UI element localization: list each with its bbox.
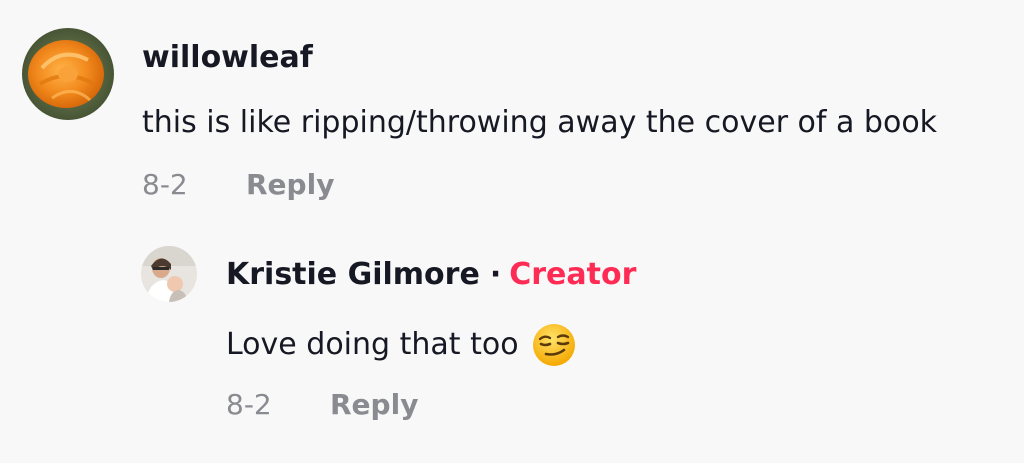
comment-text: this is like ripping/throwing away the c… <box>142 105 938 140</box>
reply-text-row: Love doing that too <box>226 322 577 368</box>
reply-reply-label[interactable]: Reply <box>330 388 418 421</box>
comment-reply-button[interactable]: Reply <box>246 168 334 202</box>
comment-reply-label[interactable]: Reply <box>246 168 334 201</box>
commenter-avatar[interactable] <box>22 28 114 120</box>
reply-separator: · <box>489 257 502 292</box>
reply-text: Love doing that too <box>226 327 519 362</box>
reply-date: 8-2 <box>226 388 272 422</box>
creator-badge: Creator <box>509 257 637 292</box>
person-with-baby-avatar-icon <box>141 246 197 302</box>
orange-rose-avatar-icon <box>22 28 114 120</box>
comment-date: 8-2 <box>142 168 188 202</box>
reply-reply-button[interactable]: Reply <box>330 388 418 422</box>
commenter-username[interactable]: willowleaf <box>142 40 313 76</box>
comment-date-label: 8-2 <box>142 168 188 201</box>
reply-avatar[interactable] <box>141 246 197 302</box>
reply-date-label: 8-2 <box>226 388 272 421</box>
reply-username[interactable]: Kristie Gilmore <box>226 257 480 292</box>
reply-header: Kristie Gilmore · Creator <box>226 257 636 293</box>
smirking-face-emoji-icon <box>531 322 577 368</box>
